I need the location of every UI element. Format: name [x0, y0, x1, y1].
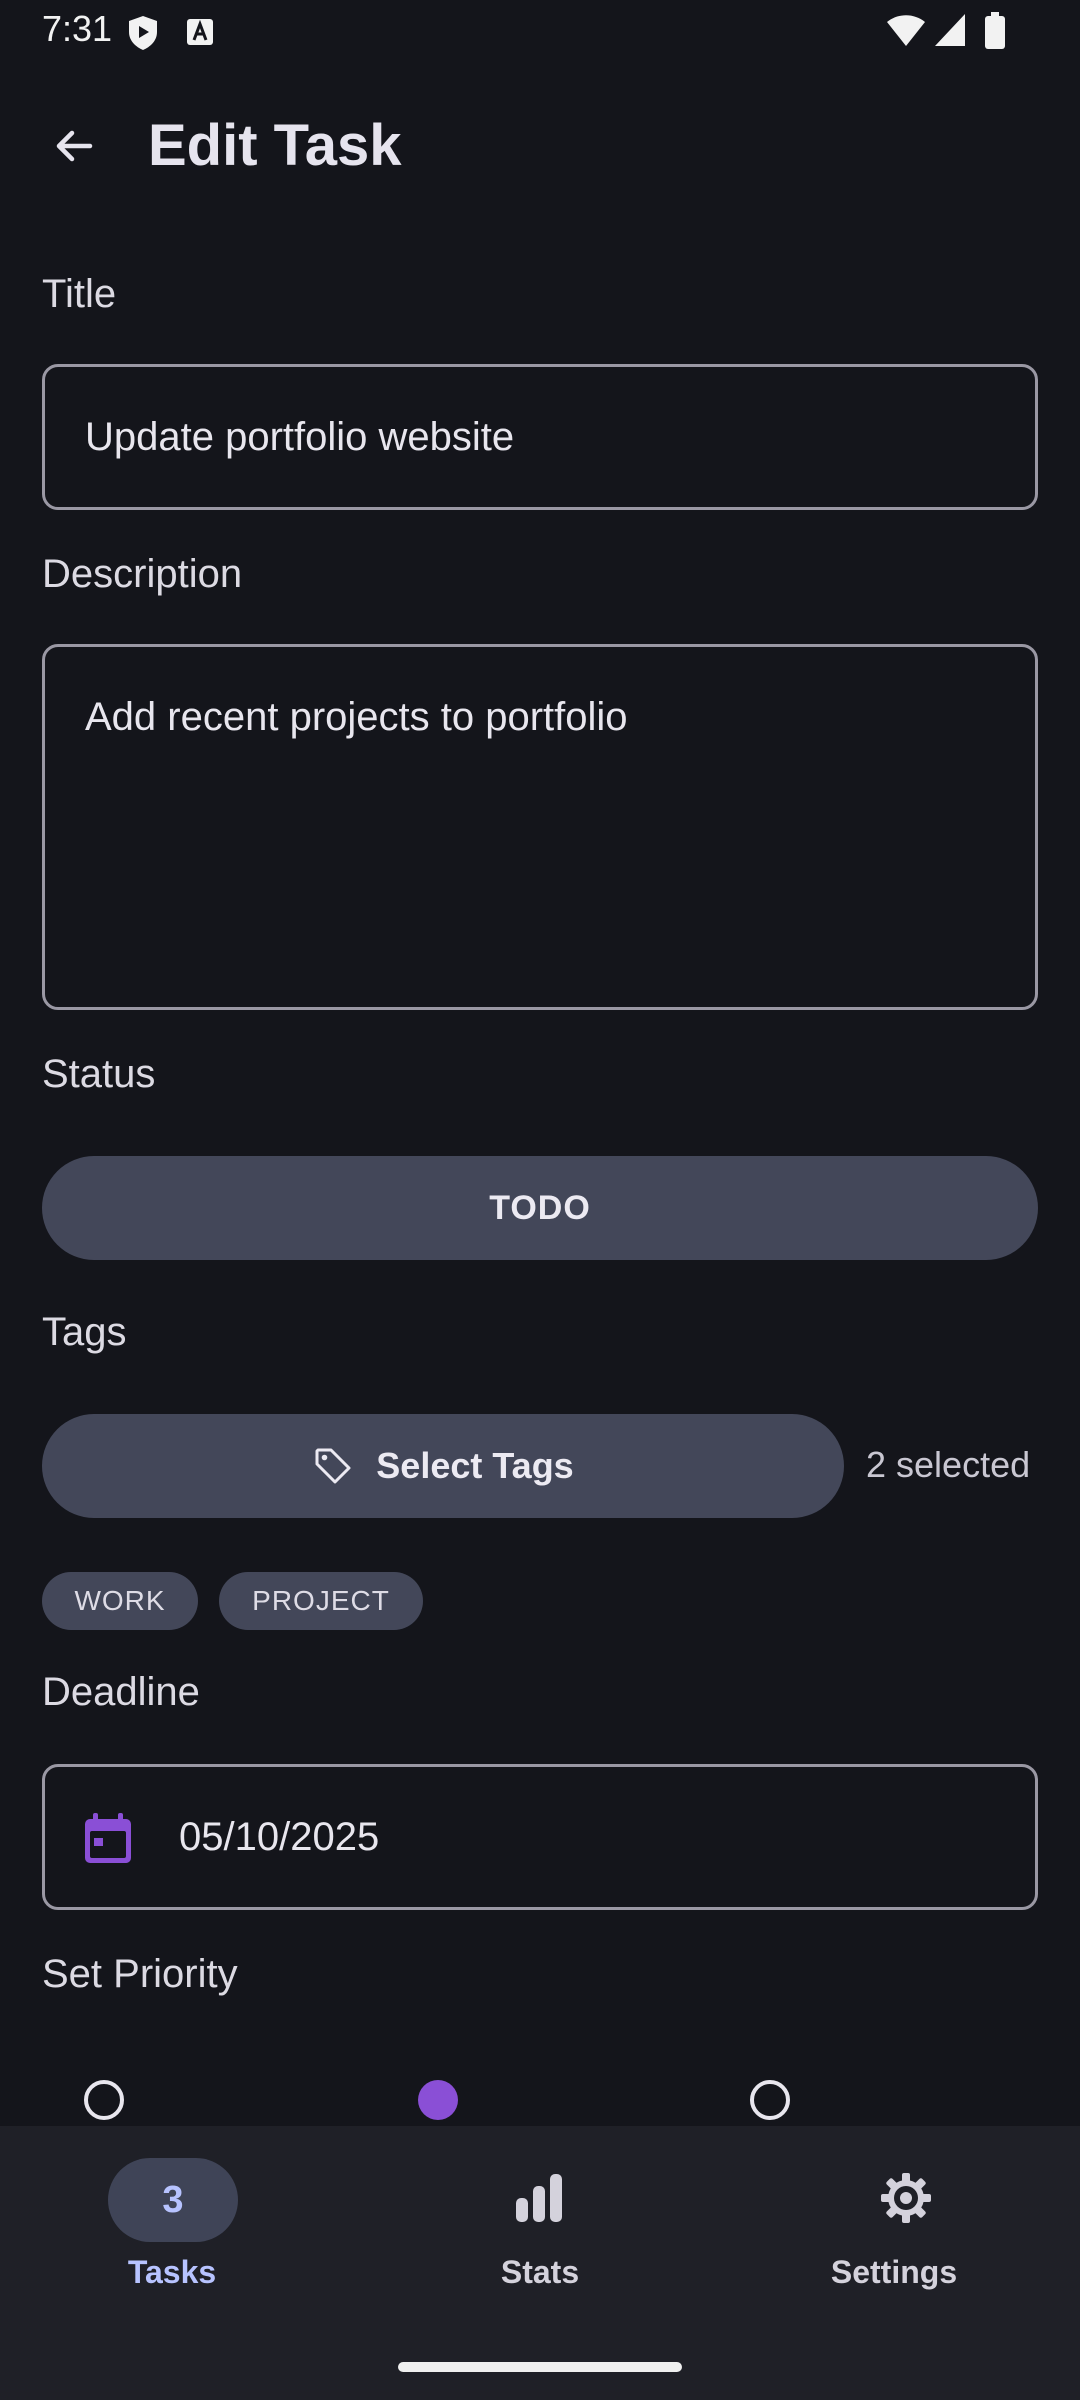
nav-item-settings[interactable]: Settings: [720, 2126, 1080, 2326]
description-value: Add recent projects to portfolio: [85, 695, 628, 739]
page-title: Edit Task: [148, 113, 402, 178]
tags-label: Tags: [42, 1310, 127, 1354]
status-time: 7:31: [42, 8, 113, 49]
deadline-field[interactable]: 05/10/2025: [42, 1764, 1038, 1910]
nav-label-tasks: Tasks: [127, 2254, 217, 2290]
bottom-navigation: 3 Tasks Stats Settings: [0, 2126, 1080, 2400]
home-indicator[interactable]: [398, 2362, 682, 2372]
calendar-icon: [81, 1811, 135, 1872]
font-icon: [186, 18, 214, 51]
status-label: Status: [42, 1052, 156, 1096]
select-tags-label: Select Tags: [376, 1445, 574, 1486]
description-label: Description: [42, 552, 243, 596]
deadline-value: 05/10/2025: [179, 1815, 380, 1859]
priority-option-medium[interactable]: [418, 2080, 458, 2120]
battery-icon: [984, 12, 1006, 55]
selected-tags-count: 2 selected: [866, 1444, 1031, 1485]
back-button[interactable]: [36, 108, 112, 184]
cellular-signal-icon: [934, 12, 966, 53]
title-label: Title: [42, 272, 117, 316]
arrow-back-icon: [56, 130, 93, 162]
description-field[interactable]: Add recent projects to portfolio: [42, 644, 1038, 1010]
priority-option-low[interactable]: [84, 2080, 124, 2120]
bar-chart-icon: [513, 2172, 565, 2229]
shield-icon: [126, 14, 160, 57]
select-tags-button[interactable]: Select Tags: [42, 1414, 844, 1518]
status-value: TODO: [489, 1188, 591, 1227]
tag-chip-work[interactable]: WORK: [42, 1572, 198, 1630]
wifi-icon: [886, 12, 926, 53]
nav-label-settings: Settings: [830, 2254, 958, 2290]
deadline-label: Deadline: [42, 1670, 200, 1714]
tag-icon: [315, 1448, 351, 1484]
priority-label: Set Priority: [42, 1952, 238, 1996]
priority-option-high[interactable]: [750, 2080, 790, 2120]
nav-active-indicator: 3: [108, 2158, 238, 2242]
tasks-count-badge: 3: [162, 2178, 184, 2221]
nav-label-stats: Stats: [500, 2254, 580, 2290]
status-button[interactable]: TODO: [42, 1156, 1038, 1260]
title-field[interactable]: Update portfolio website: [42, 364, 1038, 510]
edit-task-screen: 7:31 Edit Task Title Update portfolio we…: [0, 0, 1080, 2400]
nav-item-stats[interactable]: Stats: [360, 2126, 720, 2326]
status-bar: 7:31: [0, 0, 1080, 64]
nav-item-tasks[interactable]: 3 Tasks: [0, 2126, 360, 2326]
title-value: Update portfolio website: [85, 415, 515, 459]
gear-icon: [880, 2172, 932, 2229]
tag-chip-project[interactable]: PROJECT: [219, 1572, 423, 1630]
